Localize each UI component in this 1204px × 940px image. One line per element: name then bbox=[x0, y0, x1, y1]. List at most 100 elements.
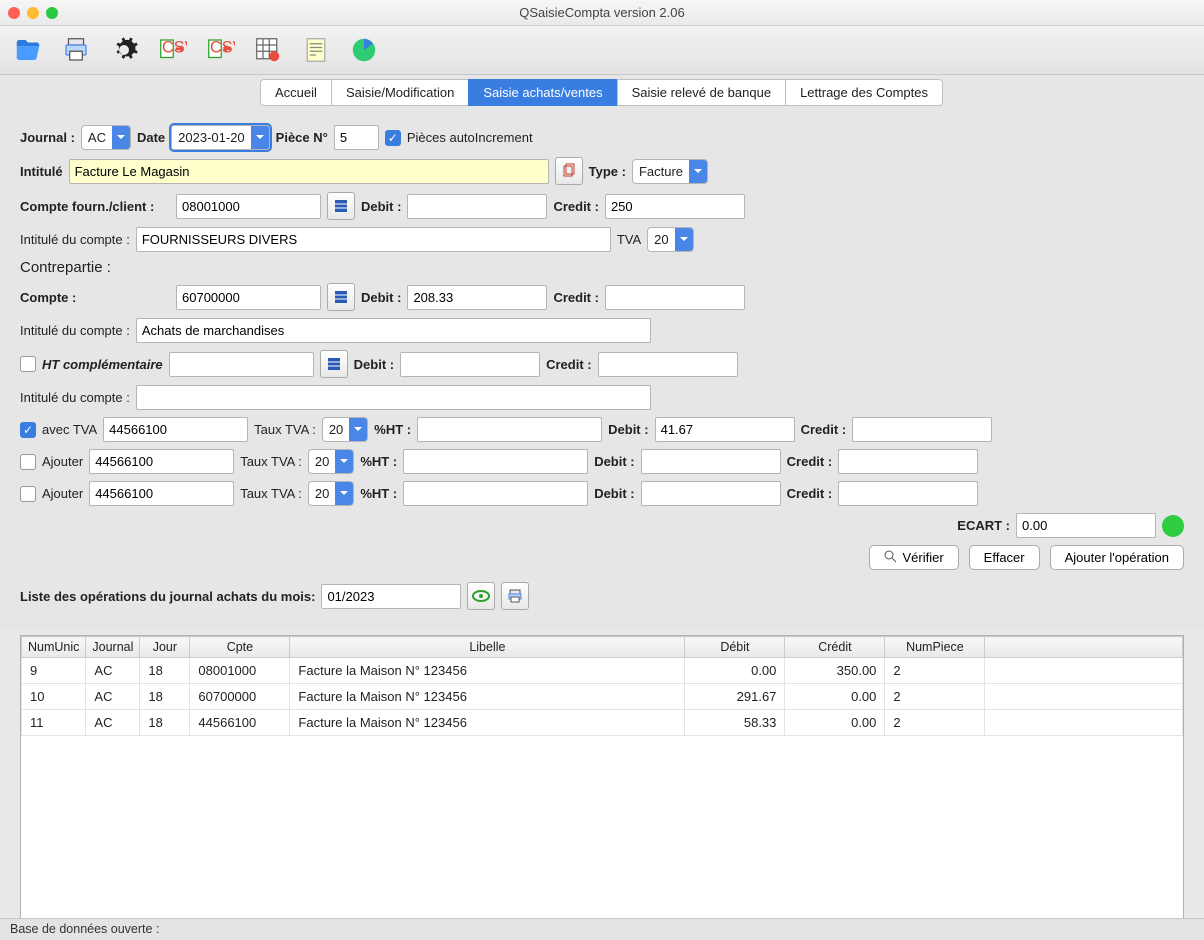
htcomp-checkbox[interactable] bbox=[20, 356, 36, 372]
compte-fourn-input[interactable] bbox=[176, 194, 321, 219]
copy-icon[interactable] bbox=[555, 157, 583, 185]
import-csv-icon[interactable]: CSV bbox=[154, 32, 190, 68]
debit-label-3: Debit : bbox=[354, 357, 394, 372]
tva-debit-input-1[interactable] bbox=[641, 449, 781, 474]
piece-label: Pièce N° bbox=[276, 130, 328, 145]
tva-credit-label-1: Credit : bbox=[787, 454, 833, 469]
operations-table[interactable]: NumUnicJournalJourCpteLibelleDébitCrédit… bbox=[20, 635, 1184, 935]
htcomp-compte-input[interactable] bbox=[169, 352, 314, 377]
tva-debit-label-2: Debit : bbox=[594, 486, 634, 501]
print-icon[interactable] bbox=[58, 32, 94, 68]
piece-input[interactable] bbox=[334, 125, 379, 150]
print-list-icon[interactable] bbox=[501, 582, 529, 610]
tva-compte-1[interactable] bbox=[89, 449, 234, 474]
pcht-label-0: %HT : bbox=[374, 422, 411, 437]
toolbar: CSV CSV bbox=[0, 26, 1204, 75]
lookup-icon-2[interactable] bbox=[327, 283, 355, 311]
debit-input-2[interactable] bbox=[407, 285, 547, 310]
document-icon[interactable] bbox=[298, 32, 334, 68]
lookup-icon-3[interactable] bbox=[320, 350, 348, 378]
auto-increment-checkbox[interactable] bbox=[385, 130, 401, 146]
tva-checkbox-0[interactable] bbox=[20, 422, 36, 438]
tva-credit-label-0: Credit : bbox=[801, 422, 847, 437]
col-Cpte[interactable]: Cpte bbox=[190, 637, 290, 658]
tab-accueil[interactable]: Accueil bbox=[260, 79, 332, 106]
taux-tva-label-0: Taux TVA : bbox=[254, 422, 316, 437]
tva-debit-input-2[interactable] bbox=[641, 481, 781, 506]
gear-icon[interactable] bbox=[106, 32, 142, 68]
tva-label-1: Ajouter bbox=[42, 454, 83, 469]
credit-input-2[interactable] bbox=[605, 285, 745, 310]
month-input[interactable] bbox=[321, 584, 461, 609]
compte-label: Compte : bbox=[20, 290, 170, 305]
contrepartie-section: Contrepartie : bbox=[20, 259, 1184, 276]
intitule-compte-input-3[interactable] bbox=[136, 385, 651, 410]
ht-input-1[interactable] bbox=[403, 449, 588, 474]
credit-label-3: Credit : bbox=[546, 357, 592, 372]
compte-input[interactable] bbox=[176, 285, 321, 310]
tva-debit-input-0[interactable] bbox=[655, 417, 795, 442]
type-label: Type : bbox=[589, 164, 626, 179]
verifier-button[interactable]: Vérifier bbox=[869, 545, 958, 570]
tva-compte-0[interactable] bbox=[103, 417, 248, 442]
debit-input-3[interactable] bbox=[400, 352, 540, 377]
col-Débit[interactable]: Débit bbox=[685, 637, 785, 658]
lookup-icon-1[interactable] bbox=[327, 192, 355, 220]
credit-label-1: Credit : bbox=[553, 199, 599, 214]
taux-select-1[interactable]: 20 bbox=[308, 449, 354, 474]
export-csv-icon[interactable]: CSV bbox=[202, 32, 238, 68]
tva-select[interactable]: 20 bbox=[647, 227, 693, 252]
col-Journal[interactable]: Journal bbox=[86, 637, 140, 658]
ht-input-0[interactable] bbox=[417, 417, 602, 442]
tva-checkbox-1[interactable] bbox=[20, 454, 36, 470]
titlebar: QSaisieCompta version 2.06 bbox=[0, 0, 1204, 26]
tva-credit-label-2: Credit : bbox=[787, 486, 833, 501]
intitule-compte-label-3: Intitulé du compte : bbox=[20, 390, 130, 405]
tab-saisie-modification[interactable]: Saisie/Modification bbox=[331, 79, 469, 106]
col-Jour[interactable]: Jour bbox=[140, 637, 190, 658]
table-settings-icon[interactable] bbox=[250, 32, 286, 68]
col-Crédit[interactable]: Crédit bbox=[785, 637, 885, 658]
tva-compte-2[interactable] bbox=[89, 481, 234, 506]
intitule-compte-input-2[interactable] bbox=[136, 318, 651, 343]
minimize-window-icon[interactable] bbox=[27, 7, 39, 19]
ajouter-operation-button[interactable]: Ajouter l'opération bbox=[1050, 545, 1184, 570]
taux-select-0[interactable]: 20 bbox=[322, 417, 368, 442]
type-select[interactable]: Facture bbox=[632, 159, 708, 184]
date-select[interactable]: 2023-01-20 bbox=[171, 125, 270, 150]
maximize-window-icon[interactable] bbox=[46, 7, 58, 19]
col-NumUnic[interactable]: NumUnic bbox=[22, 637, 86, 658]
tva-checkbox-2[interactable] bbox=[20, 486, 36, 502]
effacer-button[interactable]: Effacer bbox=[969, 545, 1040, 570]
open-file-icon[interactable] bbox=[10, 32, 46, 68]
view-icon[interactable] bbox=[467, 582, 495, 610]
debit-input-1[interactable] bbox=[407, 194, 547, 219]
tva-credit-input-1[interactable] bbox=[838, 449, 978, 474]
tab-lettrage-comptes[interactable]: Lettrage des Comptes bbox=[785, 79, 943, 106]
journal-select[interactable]: AC bbox=[81, 125, 131, 150]
tva-credit-input-0[interactable] bbox=[852, 417, 992, 442]
intitule-input[interactable] bbox=[69, 159, 549, 184]
tab-saisie-achats-ventes[interactable]: Saisie achats/ventes bbox=[468, 79, 617, 106]
tva-credit-input-2[interactable] bbox=[838, 481, 978, 506]
taux-select-2[interactable]: 20 bbox=[308, 481, 354, 506]
close-window-icon[interactable] bbox=[8, 7, 20, 19]
col-Libelle[interactable]: Libelle bbox=[290, 637, 685, 658]
intitule-compte-input-1[interactable] bbox=[136, 227, 611, 252]
tab-saisie-releve-banque[interactable]: Saisie relevé de banque bbox=[617, 79, 787, 106]
col-NumPiece[interactable]: NumPiece bbox=[885, 637, 985, 658]
table-row[interactable]: 10AC1860700000Facture la Maison N° 12345… bbox=[22, 684, 1183, 710]
taux-tva-label-1: Taux TVA : bbox=[240, 454, 302, 469]
debit-label-1: Debit : bbox=[361, 199, 401, 214]
pie-chart-icon[interactable] bbox=[346, 32, 382, 68]
form: Journal : AC Date 2023-01-20 Pièce N° Pi… bbox=[0, 106, 1204, 629]
list-label: Liste des opérations du journal achats d… bbox=[20, 589, 315, 604]
auto-increment-label: Pièces autoIncrement bbox=[407, 130, 533, 145]
credit-input-3[interactable] bbox=[598, 352, 738, 377]
table-row[interactable]: 9AC1808001000Facture la Maison N° 123456… bbox=[22, 658, 1183, 684]
window-controls bbox=[8, 7, 58, 19]
table-row[interactable]: 11AC1844566100Facture la Maison N° 12345… bbox=[22, 710, 1183, 736]
credit-input-1[interactable] bbox=[605, 194, 745, 219]
tva-debit-label-1: Debit : bbox=[594, 454, 634, 469]
ht-input-2[interactable] bbox=[403, 481, 588, 506]
